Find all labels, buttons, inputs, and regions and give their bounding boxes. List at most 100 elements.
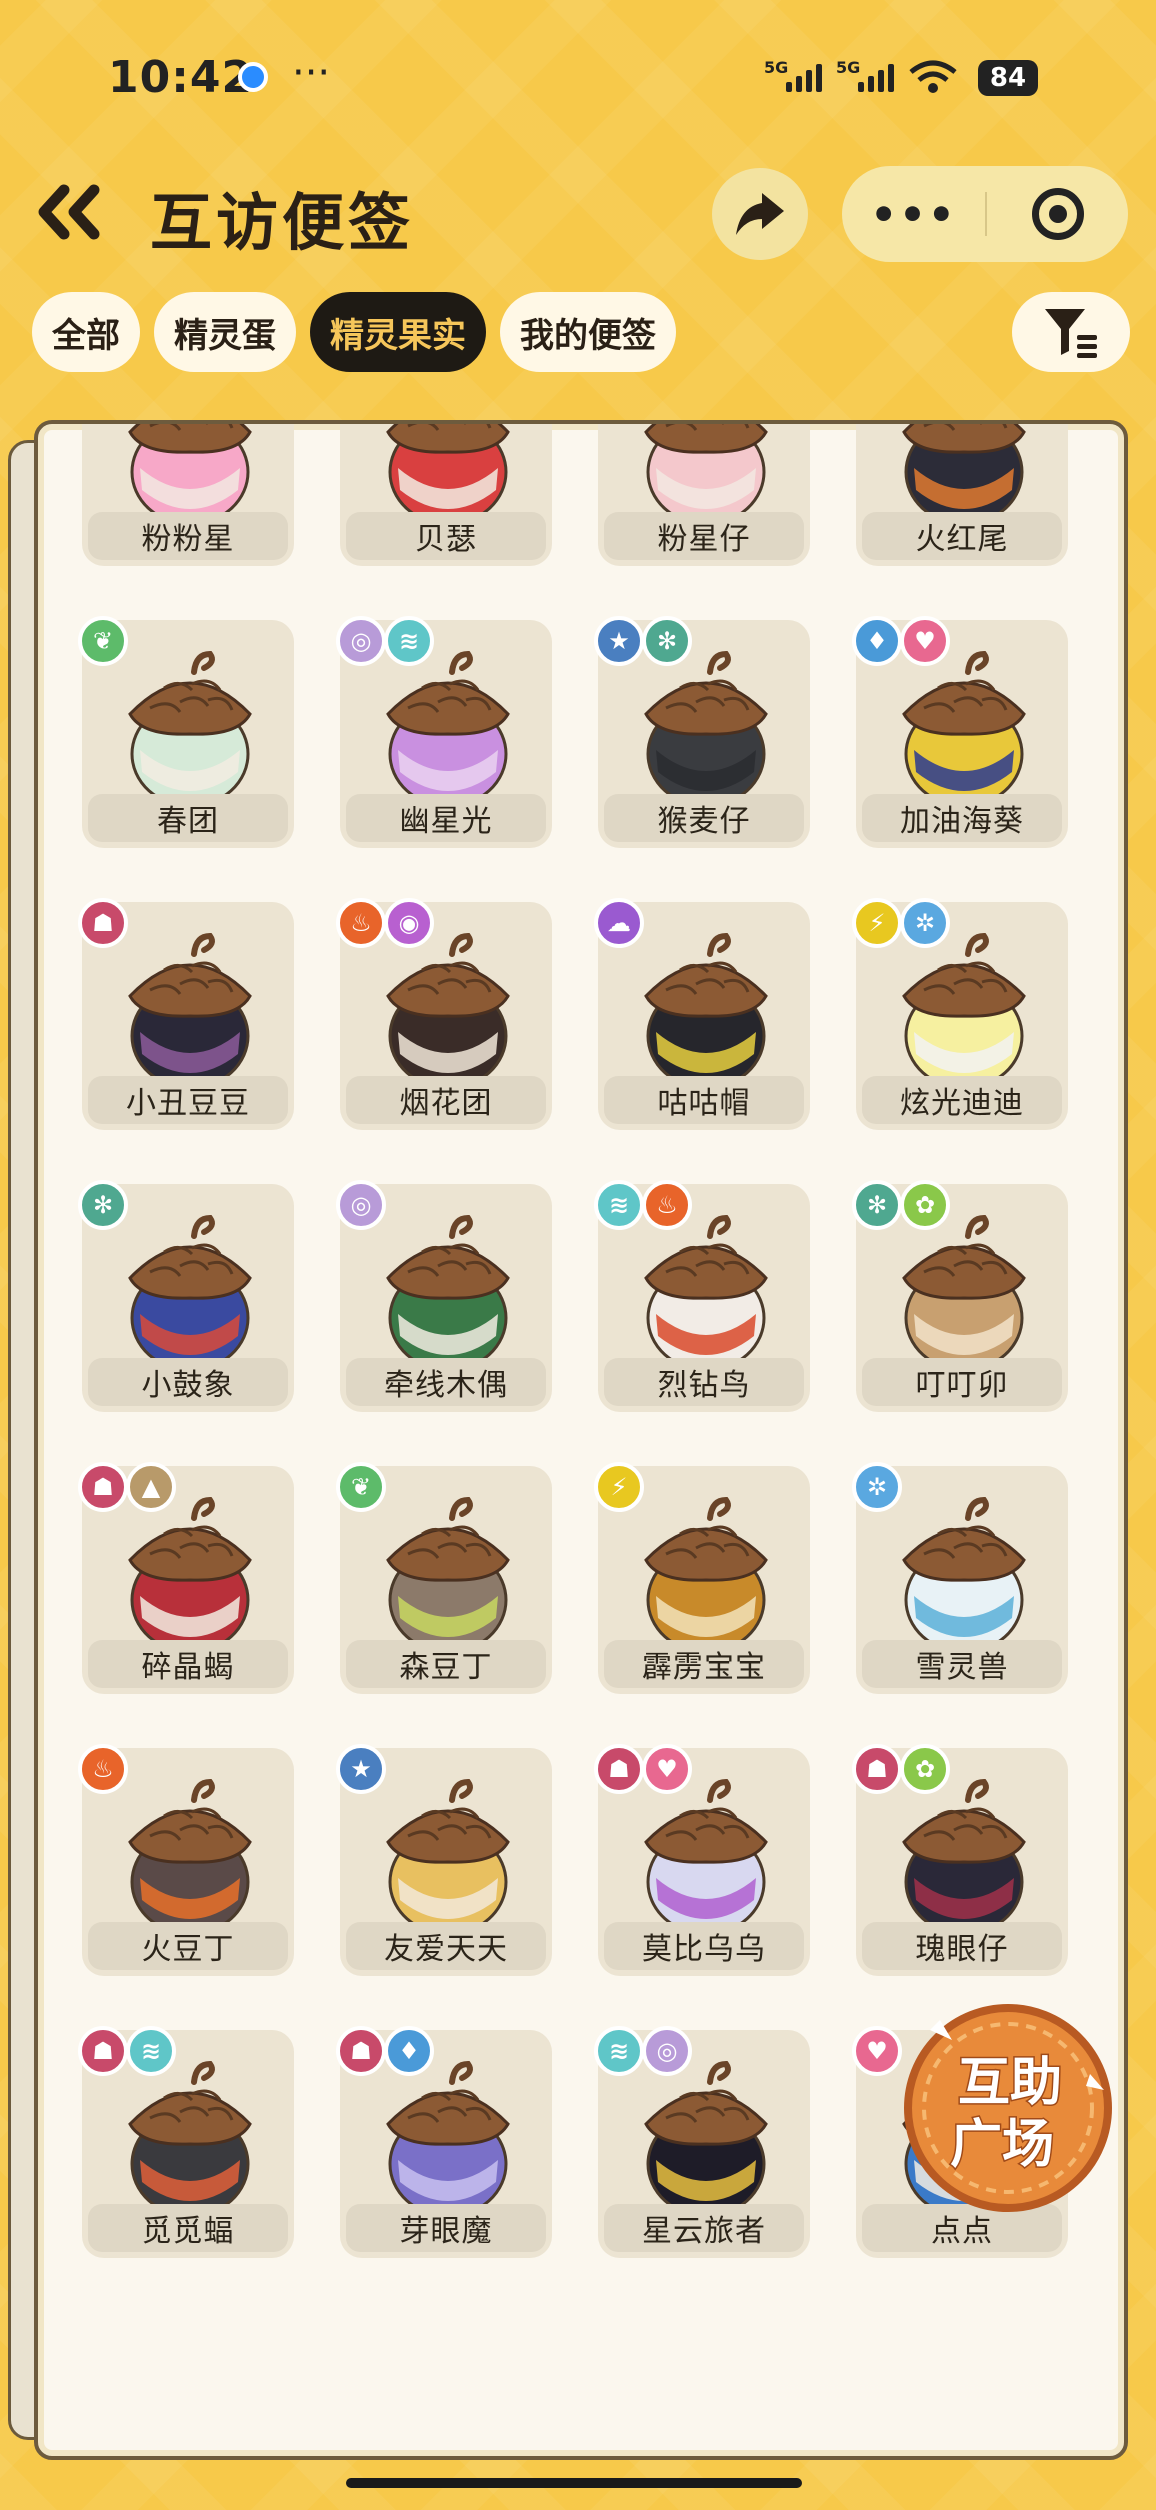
demon-icon: ☗ — [78, 1462, 128, 1512]
fruit-card-label: 火红尾 — [862, 512, 1062, 560]
water-icon: ♦ — [384, 2026, 434, 2076]
fruit-card[interactable]: 粉粉星 — [82, 424, 294, 566]
share-button[interactable] — [712, 168, 808, 260]
category-tabs: 全部 精灵蛋 精灵果实 我的便签 — [32, 292, 676, 372]
fruit-card[interactable]: ✻ 小鼓象 — [78, 1180, 294, 1412]
fruit-card[interactable]: ≋ ◎ 星云旅者 — [594, 2026, 810, 2258]
fruit-card[interactable]: ⚡ 霹雳宝宝 — [594, 1462, 810, 1694]
fruit-card-label: 森豆丁 — [346, 1640, 546, 1688]
gear-icon: ✻ — [642, 616, 692, 666]
fruit-card-label: 烟花团 — [346, 1076, 546, 1124]
fruit-card[interactable]: ◎ ≋ 幽星光 — [336, 616, 552, 848]
more-menu-button[interactable]: ••• — [842, 166, 985, 262]
tab-my-notes[interactable]: 我的便签 — [500, 292, 676, 372]
fire-icon: ♨ — [336, 898, 386, 948]
fruit-card[interactable]: 粉星仔 — [598, 424, 810, 566]
fruit-card-label: 春团 — [88, 794, 288, 842]
fruit-card[interactable]: 火红尾 — [856, 424, 1068, 566]
page-title: 互访便签 — [150, 186, 415, 259]
filter-icon — [1045, 309, 1097, 358]
fruit-card[interactable]: ★ 友爱天天 — [336, 1744, 552, 1976]
acorn-fruit-icon — [644, 650, 768, 808]
sim1-label: 5G — [764, 58, 789, 77]
fruit-card[interactable]: ☗ ♦ 芽眼魔 — [336, 2026, 552, 2258]
filter-button[interactable] — [1012, 292, 1130, 372]
fruit-card-label: 小丑豆豆 — [88, 1076, 288, 1124]
demon-icon: ☗ — [852, 1744, 902, 1794]
fruit-card[interactable]: ≋ ♨ 烈钻鸟 — [594, 1180, 810, 1412]
fruit-card-label: 觅觅蝠 — [88, 2204, 288, 2252]
acorn-fruit-icon — [902, 1778, 1026, 1936]
battery-indicator: 84 — [978, 60, 1038, 96]
wing-icon: ≋ — [384, 616, 434, 666]
acorn-fruit-icon — [644, 1214, 768, 1372]
acorn-fruit-icon — [128, 650, 252, 808]
acorn-fruit-icon — [386, 650, 510, 808]
home-indicator — [346, 2478, 802, 2488]
fruit-card[interactable]: ☗ ✿ 瑰眼仔 — [852, 1744, 1068, 1976]
back-icon[interactable] — [36, 184, 106, 240]
mini-program-capsule: ••• — [842, 166, 1128, 262]
share-icon — [736, 193, 784, 235]
fruit-card-label: 猴麦仔 — [604, 794, 804, 842]
acorn-fruit-icon — [386, 2060, 510, 2218]
fruit-card-label: 芽眼魔 — [346, 2204, 546, 2252]
fruit-card-label: 碎晶蝎 — [88, 1640, 288, 1688]
fruit-card[interactable]: ♦ ♥ 加油海葵 — [852, 616, 1068, 848]
acorn-fruit-icon — [644, 2060, 768, 2218]
fruit-card[interactable]: ✻ ✿ 叮叮卯 — [852, 1180, 1068, 1412]
fruit-card-label: 牵线木偶 — [346, 1358, 546, 1406]
acorn-fruit-icon — [644, 932, 768, 1090]
tab-spirit-fruit[interactable]: 精灵果实 — [310, 292, 486, 372]
fruit-card[interactable]: ❦ 春团 — [78, 616, 294, 848]
leaf-icon: ❦ — [336, 1462, 386, 1512]
gear-icon: ✻ — [78, 1180, 128, 1230]
fruit-card[interactable]: ☁ 咕咕帽 — [594, 898, 810, 1130]
tab-spirit-egg[interactable]: 精灵蛋 — [154, 292, 296, 372]
wing-icon: ≋ — [594, 2026, 644, 2076]
qq-notification-icon — [238, 62, 268, 92]
bug-icon: ✿ — [900, 1744, 950, 1794]
swirl-icon: ◎ — [642, 2026, 692, 2076]
fruit-card-label: 贝瑟 — [346, 512, 546, 560]
acorn-fruit-icon — [128, 1778, 252, 1936]
ice-icon: ✲ — [900, 898, 950, 948]
fruit-card-label: 烈钻鸟 — [604, 1358, 804, 1406]
fruit-card[interactable]: 贝瑟 — [340, 424, 552, 566]
fruit-card-label: 莫比乌乌 — [604, 1922, 804, 1970]
demon-icon: ☗ — [594, 1744, 644, 1794]
lightning-icon: ⚡ — [594, 1462, 644, 1512]
signal1-icon — [786, 64, 822, 92]
help-plaza-button[interactable]: 互助 广场 — [890, 1990, 1130, 2220]
fruit-card-label: 霹雳宝宝 — [604, 1640, 804, 1688]
demon-icon: ☗ — [78, 898, 128, 948]
heart-icon: ♥ — [642, 1744, 692, 1794]
acorn-fruit-icon — [128, 2060, 252, 2218]
fruit-card[interactable]: ☗ ♥ 莫比乌乌 — [594, 1744, 810, 1976]
fruit-card-label: 咕咕帽 — [604, 1076, 804, 1124]
tab-all[interactable]: 全部 — [32, 292, 140, 372]
fruit-card[interactable]: ☗ ▲ 碎晶蝎 — [78, 1462, 294, 1694]
fruit-card[interactable]: ✲ 雪灵兽 — [852, 1462, 1068, 1694]
close-mini-program-button[interactable] — [987, 166, 1128, 262]
fruit-card[interactable]: ❦ 森豆丁 — [336, 1462, 552, 1694]
lightning-icon: ⚡ — [852, 898, 902, 948]
acorn-fruit-icon — [902, 650, 1026, 808]
fruit-card[interactable]: ☗ 小丑豆豆 — [78, 898, 294, 1130]
fruit-card[interactable]: ⚡ ✲ 炫光迪迪 — [852, 898, 1068, 1130]
signal2-icon — [858, 64, 894, 92]
fruit-card[interactable]: ☗ ≋ 觅觅蝠 — [78, 2026, 294, 2258]
fruit-card-label: 小鼓象 — [88, 1358, 288, 1406]
psychic-icon: ◉ — [384, 898, 434, 948]
fruit-card[interactable]: ♨ 火豆丁 — [78, 1744, 294, 1976]
fruit-card-label: 加油海葵 — [862, 794, 1062, 842]
demon-icon: ☗ — [336, 2026, 386, 2076]
fruit-card[interactable]: ◎ 牵线木偶 — [336, 1180, 552, 1412]
fruit-card[interactable]: ♨ ◉ 烟花团 — [336, 898, 552, 1130]
fruit-card[interactable]: ★ ✻ 猴麦仔 — [594, 616, 810, 848]
acorn-fruit-icon — [386, 932, 510, 1090]
ghost-icon: ☁ — [594, 898, 644, 948]
acorn-fruit-icon — [128, 932, 252, 1090]
acorn-fruit-icon — [386, 1778, 510, 1936]
wifi-icon — [909, 60, 957, 93]
